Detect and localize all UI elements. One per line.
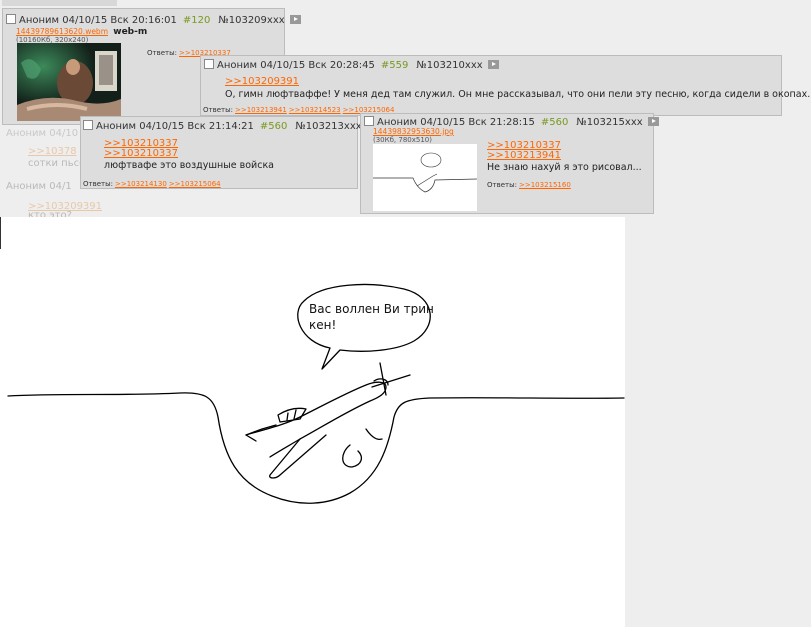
post-datetime: 04/10/15 Вск 20:28:45 bbox=[260, 60, 375, 71]
file-link[interactable]: 14439789613620.webm bbox=[16, 27, 108, 36]
post-body: >>103210337 >>103210337 люфтвафе это воз… bbox=[104, 139, 275, 172]
plane-wing bbox=[269, 434, 327, 479]
plane-canopy-lines bbox=[286, 409, 297, 421]
post-header: Аноним 04/10/15 Вск 20:28:45 #559 №103210x… bbox=[204, 59, 499, 71]
post-datetime: 04/10/15 Вск 21:14:21 bbox=[139, 121, 254, 132]
speech-bubble-text: Вас воллен Ви трин кен! bbox=[309, 301, 434, 333]
reply-link[interactable]: >>103213941 bbox=[235, 106, 287, 114]
replies-label: Ответы: bbox=[147, 49, 177, 57]
bubble-line-2: кен! bbox=[309, 318, 337, 332]
post-text: Не знаю нахуй я это рисовал... bbox=[487, 162, 642, 173]
plane-cockpit bbox=[277, 407, 307, 423]
post-author: Аноним bbox=[217, 60, 258, 71]
post-id[interactable]: №103209xxx bbox=[218, 15, 284, 26]
background-author: Аноним 04/10 bbox=[6, 128, 79, 139]
post-select-checkbox[interactable] bbox=[83, 120, 93, 130]
post-header: Аноним 04/10/15 Вск 20:16:01 #120 №103209x… bbox=[6, 14, 301, 26]
post-number[interactable]: #559 bbox=[381, 60, 408, 71]
post-author: Аноним bbox=[96, 121, 137, 132]
plane-drawing bbox=[7, 283, 625, 504]
background-fragment: >>10378 bbox=[28, 146, 77, 157]
post-author: Аноним bbox=[19, 15, 60, 26]
file-meta: (30Кб, 780x510) bbox=[373, 136, 432, 144]
post-select-checkbox[interactable] bbox=[364, 116, 374, 126]
reply-reflink[interactable]: >>103209391 bbox=[225, 77, 810, 87]
post-body: >>103209391 О, гимн люфтваффе! У меня де… bbox=[225, 77, 811, 101]
replies-label: Ответы: bbox=[487, 181, 517, 189]
reply-link[interactable]: >>103215064 bbox=[169, 180, 221, 188]
post-select-checkbox[interactable] bbox=[204, 59, 214, 69]
play-icon[interactable] bbox=[289, 15, 301, 24]
top-strip bbox=[2, 0, 117, 6]
replies-label: Ответы: bbox=[83, 180, 113, 188]
plane-canopy-rear bbox=[342, 428, 383, 468]
reply-reflink[interactable]: >>103210337 bbox=[104, 149, 274, 159]
reply-link[interactable]: >>103215160 bbox=[519, 181, 571, 189]
post-103210: Аноним 04/10/15 Вск 20:28:45 #559 №103210x… bbox=[200, 55, 810, 116]
image-thumbnail[interactable] bbox=[373, 144, 478, 211]
image-thumbnail-drawing bbox=[373, 152, 478, 193]
file-tag: web-m bbox=[113, 27, 148, 37]
replies-label: Ответы: bbox=[203, 106, 233, 114]
bubble-line-1: Вас воллен Ви трин bbox=[309, 302, 434, 316]
file-info: 14439789613620.webm web-m (10160Кб, 320x… bbox=[16, 27, 148, 45]
background-fragment: Аноним 04/1 bbox=[6, 181, 72, 192]
plane-fuselage bbox=[245, 381, 387, 458]
expanded-image[interactable]: Вас воллен Ви трин кен! bbox=[0, 217, 625, 627]
post-number[interactable]: #560 bbox=[541, 117, 568, 128]
background-fragment: Аноним 04/10 bbox=[6, 128, 78, 139]
post-text: люфтвафе это воздушные войска bbox=[104, 160, 275, 171]
video-thumbnail[interactable] bbox=[17, 43, 121, 121]
post-select-checkbox[interactable] bbox=[6, 14, 16, 24]
post-id[interactable]: №103213xxx bbox=[295, 121, 361, 132]
post-replies: Ответы: >>103215160 bbox=[487, 181, 571, 189]
post-id[interactable]: №103215xxx bbox=[576, 117, 642, 128]
play-icon[interactable] bbox=[647, 117, 659, 126]
post-replies: Ответы: >>103214130 >>103215064 bbox=[83, 180, 221, 188]
reply-reflink[interactable]: >>103213941 bbox=[487, 151, 642, 161]
post-body: >>103210337 >>103213941 Не знаю нахуй я … bbox=[487, 141, 642, 174]
background-reflink[interactable]: >>10378 bbox=[28, 146, 77, 157]
post-datetime: 04/10/15 Вск 20:16:01 bbox=[62, 15, 177, 26]
file-info: 14439832953630.jpg (30Кб, 780x510) bbox=[373, 127, 454, 145]
post-number[interactable]: #560 bbox=[260, 121, 287, 132]
video-thumbnail-image bbox=[17, 43, 121, 121]
page-left-edge bbox=[0, 217, 1, 249]
post-103213: Аноним 04/10/15 Вск 21:14:21 #560 №103213x… bbox=[80, 116, 378, 189]
post-number[interactable]: #120 bbox=[183, 15, 210, 26]
post-id[interactable]: №103210xxx bbox=[416, 60, 482, 71]
play-icon[interactable] bbox=[487, 60, 499, 69]
file-link[interactable]: 14439832953630.jpg bbox=[373, 127, 454, 136]
background-author: Аноним 04/1 bbox=[6, 181, 72, 192]
reply-link[interactable]: >>103214523 bbox=[289, 106, 341, 114]
post-103215: Аноним 04/10/15 Вск 21:28:15 #560 №103215x… bbox=[360, 113, 659, 214]
reply-link[interactable]: >>103214130 bbox=[115, 180, 167, 188]
post-header: Аноним 04/10/15 Вск 21:14:21 #560 №103213x… bbox=[83, 120, 378, 132]
post-text: О, гимн люфтваффе! У меня дед там служил… bbox=[225, 89, 811, 100]
